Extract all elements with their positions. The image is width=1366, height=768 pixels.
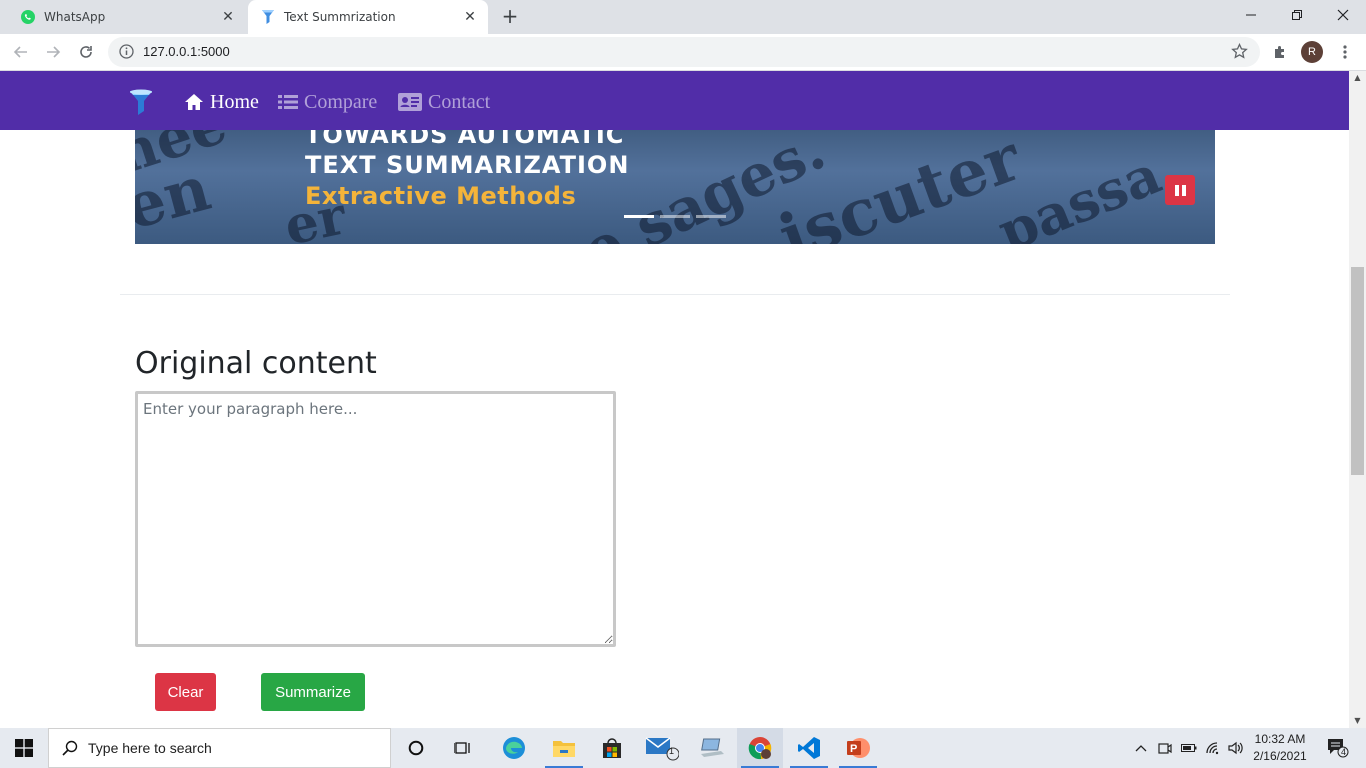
summarize-button[interactable]: Summarize — [261, 673, 365, 711]
bookmark-star-icon[interactable] — [1231, 42, 1248, 64]
clear-button[interactable]: Clear — [155, 673, 216, 711]
original-content-heading: Original content — [135, 346, 377, 381]
browser-toolbar: 127.0.0.1:5000 R — [0, 34, 1366, 71]
wifi-icon[interactable] — [1203, 728, 1223, 768]
home-icon — [185, 94, 203, 110]
divider — [120, 294, 1230, 295]
mail-icon[interactable]: 1 — [639, 728, 685, 768]
banner-subtitle: Extractive Methods — [305, 182, 577, 210]
chrome-taskbar-icon[interactable] — [737, 728, 783, 768]
carousel-indicator-2[interactable] — [660, 215, 690, 218]
tab-title: Text Summrization — [284, 10, 396, 24]
windows-taskbar: Type here to search 1 P 10:32 AM 2/16/20… — [0, 728, 1366, 768]
taskbar-search-box[interactable]: Type here to search — [48, 728, 391, 768]
carousel-banner: née en er e sages. iscuter passa TOWARDS… — [135, 111, 1215, 244]
battery-icon[interactable] — [1179, 728, 1199, 768]
powerpoint-icon[interactable]: P — [835, 728, 881, 768]
banner-background-text: en — [135, 151, 218, 244]
close-window-button[interactable] — [1320, 0, 1366, 30]
pause-icon — [1174, 184, 1179, 196]
notification-count: 4 — [1341, 747, 1347, 757]
clock-date: 2/16/2021 — [1253, 749, 1307, 763]
menu-kebab-icon[interactable] — [1333, 40, 1357, 64]
new-tab-button[interactable]: + — [498, 5, 522, 29]
forward-icon[interactable] — [41, 40, 65, 64]
clock-time: 10:32 AM — [1254, 732, 1306, 746]
svg-text:P: P — [850, 743, 857, 755]
tab-whatsapp[interactable]: WhatsApp ✕ — [8, 0, 246, 34]
id-card-icon — [398, 93, 422, 111]
file-explorer-icon[interactable] — [541, 728, 587, 768]
system-clock[interactable]: 10:32 AM 2/16/2021 — [1248, 731, 1312, 765]
tab-title: WhatsApp — [44, 10, 106, 24]
extensions-puzzle-icon[interactable] — [1268, 40, 1292, 64]
page-scrollbar[interactable]: ▲ ▼ — [1349, 71, 1366, 728]
site-navbar: Home Compare Contact — [0, 71, 1349, 130]
scroll-up-icon[interactable]: ▲ — [1349, 71, 1366, 85]
scroll-down-icon[interactable]: ▼ — [1349, 714, 1366, 728]
restore-button[interactable] — [1274, 0, 1320, 30]
nav-home-label: Home — [210, 90, 259, 113]
nav-compare-label: Compare — [304, 90, 378, 113]
task-view-icon[interactable] — [440, 728, 486, 768]
scrollbar-thumb[interactable] — [1351, 267, 1364, 475]
taskbar-search-placeholder: Type here to search — [88, 740, 212, 756]
show-hidden-icons-chevron-icon[interactable] — [1131, 728, 1151, 768]
minimize-button[interactable] — [1228, 0, 1274, 30]
nav-contact[interactable]: Contact — [398, 89, 490, 115]
nav-contact-label: Contact — [428, 90, 491, 113]
banner-title-line2: TEXT SUMMARIZATION — [305, 151, 630, 179]
volume-icon[interactable] — [1226, 728, 1246, 768]
close-tab-icon[interactable]: ✕ — [220, 9, 236, 25]
mail-badge: 1 — [669, 746, 675, 756]
notification-center-icon[interactable]: 4 — [1318, 728, 1358, 768]
funnel-favicon — [260, 9, 276, 25]
meet-now-icon[interactable] — [1155, 728, 1175, 768]
tab-text-summrization[interactable]: Text Summrization ✕ — [248, 0, 488, 34]
page-viewport: Home Compare Contact née en er e sages. … — [0, 71, 1349, 728]
windows-logo-icon — [15, 739, 33, 757]
reload-icon[interactable] — [74, 40, 98, 64]
profile-avatar[interactable]: R — [1301, 41, 1323, 63]
carousel-indicator-1[interactable] — [624, 215, 654, 218]
address-bar[interactable]: 127.0.0.1:5000 — [108, 37, 1260, 67]
laptop-app-icon[interactable] — [689, 728, 735, 768]
brand-logo[interactable] — [128, 87, 154, 117]
info-icon[interactable] — [119, 44, 134, 63]
search-icon — [62, 740, 78, 756]
list-icon — [278, 95, 298, 109]
edge-browser-icon[interactable] — [491, 728, 537, 768]
nav-home[interactable]: Home — [184, 89, 259, 115]
nav-compare[interactable]: Compare — [278, 89, 377, 115]
back-icon[interactable] — [9, 40, 33, 64]
url-text: 127.0.0.1:5000 — [143, 44, 230, 59]
carousel-pause-button[interactable] — [1165, 175, 1195, 205]
browser-tab-strip: WhatsApp ✕ Text Summrization ✕ + — [0, 0, 1366, 34]
vscode-icon[interactable] — [786, 728, 832, 768]
close-tab-icon[interactable]: ✕ — [462, 9, 478, 25]
carousel-indicator-3[interactable] — [696, 215, 726, 218]
whatsapp-icon — [20, 9, 36, 25]
paragraph-input[interactable] — [135, 391, 616, 647]
start-button[interactable] — [0, 728, 48, 768]
microsoft-store-icon[interactable] — [589, 728, 635, 768]
cortana-icon[interactable] — [393, 728, 439, 768]
